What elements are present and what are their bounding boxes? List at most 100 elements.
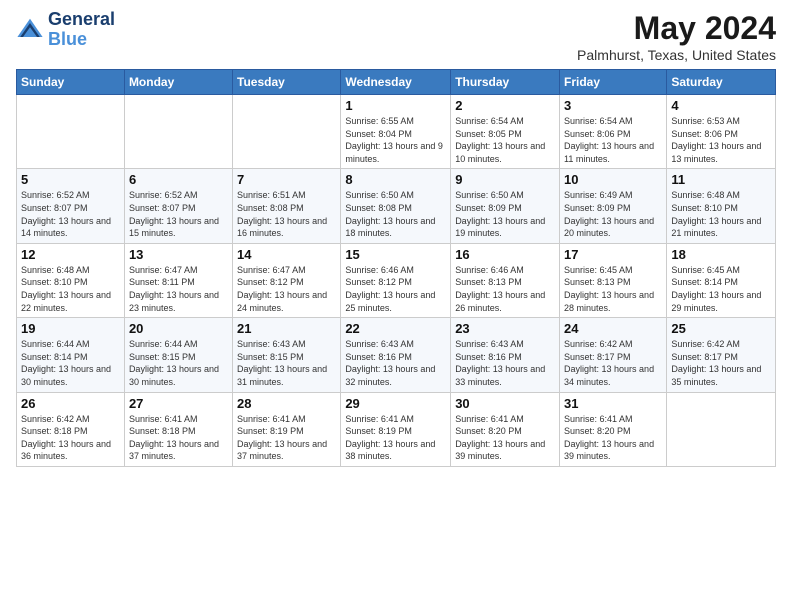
calendar-cell: 2Sunrise: 6:54 AM Sunset: 8:05 PM Daylig… [451,95,560,169]
day-info: Sunrise: 6:51 AM Sunset: 8:08 PM Dayligh… [237,189,336,239]
calendar-cell: 7 Sunrise: 6:51 AM Sunset: 8:08 PM Daylig… [233,169,341,243]
calendar-cell: 26 Sunrise: 6:42 AM Sunset: 8:18 PM Dayli… [17,392,125,466]
day-info: Sunrise: 6:42 AM Sunset: 8:17 PM Dayligh… [671,338,771,388]
day-number: 8 [345,172,446,187]
calendar-week-row: 26 Sunrise: 6:42 AM Sunset: 8:18 PM Dayli… [17,392,776,466]
day-info: Sunrise: 6:48 AM Sunset: 8:10 PM Dayligh… [21,264,120,314]
header: General Blue May 2024 Palmhurst, Texas, … [16,10,776,63]
day-info: Sunrise: 6:41 AM Sunset: 8:18 PM Dayligh… [129,413,228,463]
day-info: Sunrise: 6:43 AM Sunset: 8:16 PM Dayligh… [455,338,555,388]
day-info: Sunrise: 6:55 AM Sunset: 8:04 PM Dayligh… [345,115,446,165]
calendar-week-row: 12 Sunrise: 6:48 AM Sunset: 8:10 PM Dayli… [17,243,776,317]
calendar-cell: 15 Sunrise: 6:46 AM Sunset: 8:12 PM Dayli… [341,243,451,317]
calendar-cell: 23 Sunrise: 6:43 AM Sunset: 8:16 PM Dayli… [451,318,560,392]
day-info: Sunrise: 6:46 AM Sunset: 8:12 PM Dayligh… [345,264,446,314]
calendar-cell: 3 Sunrise: 6:54 AM Sunset: 8:06 PM Daylig… [560,95,667,169]
day-info: Sunrise: 6:43 AM Sunset: 8:16 PM Dayligh… [345,338,446,388]
day-number: 23 [455,321,555,336]
day-number: 9 [455,172,555,187]
day-info: Sunrise: 6:50 AM Sunset: 8:09 PM Dayligh… [455,189,555,239]
calendar-week-row: 5 Sunrise: 6:52 AM Sunset: 8:07 PM Daylig… [17,169,776,243]
calendar-cell: 28Sunrise: 6:41 AM Sunset: 8:19 PM Dayli… [233,392,341,466]
calendar-cell: 20Sunrise: 6:44 AM Sunset: 8:15 PM Dayli… [124,318,232,392]
logo-line2: Blue [48,30,115,50]
logo-text-block: General Blue [48,10,115,50]
calendar-header-friday: Friday [560,70,667,95]
day-number: 6 [129,172,228,187]
day-info: Sunrise: 6:53 AM Sunset: 8:06 PM Dayligh… [671,115,771,165]
day-number: 26 [21,396,120,411]
day-info: Sunrise: 6:46 AM Sunset: 8:13 PM Dayligh… [455,264,555,314]
day-info: Sunrise: 6:47 AM Sunset: 8:12 PM Dayligh… [237,264,336,314]
calendar-cell: 4Sunrise: 6:53 AM Sunset: 8:06 PM Daylig… [667,95,776,169]
calendar-cell: 16 Sunrise: 6:46 AM Sunset: 8:13 PM Dayli… [451,243,560,317]
calendar-cell: 29 Sunrise: 6:41 AM Sunset: 8:19 PM Dayli… [341,392,451,466]
day-number: 31 [564,396,662,411]
day-info: Sunrise: 6:42 AM Sunset: 8:17 PM Dayligh… [564,338,662,388]
calendar-header-monday: Monday [124,70,232,95]
day-number: 18 [671,247,771,262]
day-info: Sunrise: 6:47 AM Sunset: 8:11 PM Dayligh… [129,264,228,314]
calendar-header-thursday: Thursday [451,70,560,95]
day-number: 16 [455,247,555,262]
day-number: 11 [671,172,771,187]
calendar-cell: 10 Sunrise: 6:49 AM Sunset: 8:09 PM Dayli… [560,169,667,243]
day-number: 28 [237,396,336,411]
day-info: Sunrise: 6:41 AM Sunset: 8:19 PM Dayligh… [345,413,446,463]
day-number: 30 [455,396,555,411]
calendar-cell: 12 Sunrise: 6:48 AM Sunset: 8:10 PM Dayli… [17,243,125,317]
calendar-header-wednesday: Wednesday [341,70,451,95]
logo-icon [16,16,44,44]
calendar-cell [667,392,776,466]
day-info: Sunrise: 6:48 AM Sunset: 8:10 PM Dayligh… [671,189,771,239]
title-block: May 2024 Palmhurst, Texas, United States [577,10,776,63]
subtitle: Palmhurst, Texas, United States [577,47,776,63]
calendar-cell: 13 Sunrise: 6:47 AM Sunset: 8:11 PM Dayli… [124,243,232,317]
day-number: 7 [237,172,336,187]
day-number: 19 [21,321,120,336]
calendar-cell: 18 Sunrise: 6:45 AM Sunset: 8:14 PM Dayli… [667,243,776,317]
day-info: Sunrise: 6:41 AM Sunset: 8:20 PM Dayligh… [455,413,555,463]
day-number: 14 [237,247,336,262]
calendar-table: SundayMondayTuesdayWednesdayThursdayFrid… [16,69,776,467]
calendar-header-row: SundayMondayTuesdayWednesdayThursdayFrid… [17,70,776,95]
day-info: Sunrise: 6:54 AM Sunset: 8:06 PM Dayligh… [564,115,662,165]
day-number: 15 [345,247,446,262]
day-number: 17 [564,247,662,262]
calendar-cell: 6 Sunrise: 6:52 AM Sunset: 8:07 PM Daylig… [124,169,232,243]
calendar-week-row: 1 Sunrise: 6:55 AM Sunset: 8:04 PM Daylig… [17,95,776,169]
day-info: Sunrise: 6:52 AM Sunset: 8:07 PM Dayligh… [129,189,228,239]
calendar-cell: 5 Sunrise: 6:52 AM Sunset: 8:07 PM Daylig… [17,169,125,243]
day-number: 24 [564,321,662,336]
day-number: 3 [564,98,662,113]
calendar-cell: 27Sunrise: 6:41 AM Sunset: 8:18 PM Dayli… [124,392,232,466]
calendar-cell: 14 Sunrise: 6:47 AM Sunset: 8:12 PM Dayli… [233,243,341,317]
calendar-cell: 24 Sunrise: 6:42 AM Sunset: 8:17 PM Dayli… [560,318,667,392]
day-number: 12 [21,247,120,262]
calendar-header-sunday: Sunday [17,70,125,95]
day-number: 1 [345,98,446,113]
day-number: 22 [345,321,446,336]
calendar-cell: 31 Sunrise: 6:41 AM Sunset: 8:20 PM Dayli… [560,392,667,466]
day-info: Sunrise: 6:42 AM Sunset: 8:18 PM Dayligh… [21,413,120,463]
logo: General Blue [16,10,115,50]
calendar-cell: 21Sunrise: 6:43 AM Sunset: 8:15 PM Dayli… [233,318,341,392]
day-number: 2 [455,98,555,113]
day-number: 25 [671,321,771,336]
calendar-cell [233,95,341,169]
calendar-cell [124,95,232,169]
day-number: 13 [129,247,228,262]
day-info: Sunrise: 6:49 AM Sunset: 8:09 PM Dayligh… [564,189,662,239]
day-info: Sunrise: 6:41 AM Sunset: 8:20 PM Dayligh… [564,413,662,463]
day-number: 10 [564,172,662,187]
main-title: May 2024 [577,10,776,47]
calendar-cell [17,95,125,169]
calendar-cell: 9 Sunrise: 6:50 AM Sunset: 8:09 PM Daylig… [451,169,560,243]
day-number: 5 [21,172,120,187]
day-info: Sunrise: 6:45 AM Sunset: 8:14 PM Dayligh… [671,264,771,314]
calendar-cell: 25 Sunrise: 6:42 AM Sunset: 8:17 PM Dayli… [667,318,776,392]
day-number: 29 [345,396,446,411]
day-info: Sunrise: 6:52 AM Sunset: 8:07 PM Dayligh… [21,189,120,239]
calendar-cell: 17Sunrise: 6:45 AM Sunset: 8:13 PM Dayli… [560,243,667,317]
page: General Blue May 2024 Palmhurst, Texas, … [0,0,792,612]
